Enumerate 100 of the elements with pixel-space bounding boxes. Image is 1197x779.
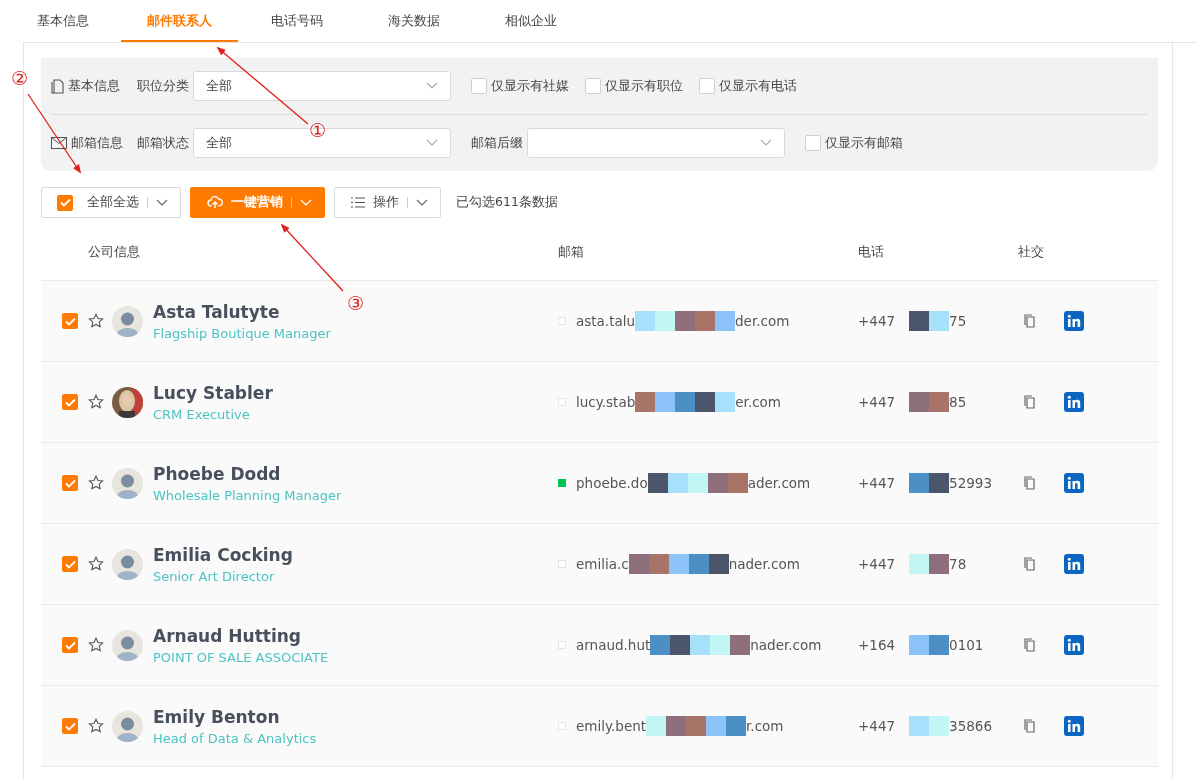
chevron-icon [416,198,428,207]
document-icon [51,78,64,94]
section-label: 基本信息 [68,77,120,95]
checkbox[interactable] [62,394,78,410]
job-title: Senior Art Director [153,568,276,584]
contact-name[interactable]: Lucy Stabler [153,382,273,403]
email-text: der.com [735,313,790,329]
linkedin-icon[interactable] [1064,311,1084,331]
tab[interactable]: 相似企业 [472,0,589,42]
email-text: lucy.stab [576,394,636,410]
contact-name[interactable]: Emilia Cocking [153,544,293,565]
annotation-number: ② [11,69,29,88]
column-header: 电话 [858,244,884,261]
phone-text: 75 [949,313,967,329]
checkbox[interactable] [62,556,78,572]
actions-button[interactable]: 操作 [334,187,441,218]
job-title: Head of Data & Analytics [153,730,317,746]
linkedin-icon[interactable] [1064,554,1084,574]
job-title: CRM Executive [153,406,251,422]
cloud-upload-icon [207,196,223,209]
tab[interactable]: 电话号码 [238,0,355,42]
chevron-icon [426,139,438,147]
email-text: emilia.c [576,556,629,572]
linkedin-icon[interactable] [1064,716,1084,736]
copy-icon[interactable] [1024,395,1036,409]
copy-icon[interactable] [1024,719,1036,733]
chevron-icon [426,82,438,90]
redaction-mosaic [909,473,950,493]
copy-icon[interactable] [1024,638,1036,652]
job-title: Wholesale Planning Manager [153,487,342,503]
column-header: 社交 [1018,244,1044,261]
tab[interactable]: 海关数据 [355,0,472,42]
checkbox[interactable] [62,475,78,491]
star-icon[interactable] [88,556,104,572]
phone-text: 0101 [949,637,984,653]
checkbox[interactable] [699,78,715,94]
star-icon[interactable] [88,394,104,410]
email-text: ader.com [747,475,811,491]
star-icon[interactable] [88,637,104,653]
mail-icon [51,137,67,149]
section-label: 邮箱信息 [71,134,123,152]
column-header: 邮箱 [558,244,584,261]
chevron-icon [760,139,772,147]
chevron-icon [300,198,312,207]
checkbox-label: 仅显示有邮箱 [825,134,903,152]
email-text: phoebe.do [576,475,648,491]
tab[interactable]: 基本信息 [4,0,121,42]
linkedin-icon[interactable] [1064,473,1084,493]
phone-text: +447 [858,313,896,329]
checkbox[interactable] [471,78,487,94]
checkbox[interactable] [805,135,821,151]
email-text: emily.bent [576,718,647,734]
dropdown[interactable]: 全部 [193,71,451,101]
phone-text: 35866 [949,718,993,734]
contact-name[interactable]: Phoebe Dodd [153,463,342,484]
checkbox[interactable] [62,637,78,653]
phone-text: +447 [858,394,896,410]
column-header: 公司信息 [88,244,140,261]
contact-name[interactable]: Emily Benton [153,706,317,727]
linkedin-icon[interactable] [1064,635,1084,655]
phone-text: 85 [949,394,967,410]
email-text: arnaud.hut [576,637,651,653]
phone-text: 52993 [949,475,993,491]
checkbox-label: 仅显示有社媒 [491,77,569,95]
linkedin-icon[interactable] [1064,392,1084,412]
email-text: asta.talu [576,313,636,329]
redaction-mosaic [909,635,950,655]
star-icon[interactable] [88,313,104,329]
copy-icon[interactable] [1024,476,1036,490]
redaction-mosaic [909,392,950,412]
checkbox[interactable] [62,718,78,734]
select-all-button[interactable]: 全部全选 [41,187,181,218]
annotation-arrow [280,223,344,292]
redaction-mosaic [909,554,950,574]
phone-text: +447 [858,556,896,572]
checkbox[interactable] [62,313,78,329]
redaction-mosaic [909,311,950,331]
copy-icon[interactable] [1024,314,1036,328]
contact-name[interactable]: Asta Talutyte [153,301,331,322]
phone-text: 78 [949,556,967,572]
job-title: POINT OF SALE ASSOCIATE [153,649,329,665]
selection-count: 已勾选611条数据 [456,194,558,211]
field-label: 邮箱后缀 [471,134,523,152]
field-label: 邮箱状态 [137,134,189,152]
redaction-mosaic [909,716,950,736]
star-icon[interactable] [88,718,104,734]
copy-icon[interactable] [1024,557,1036,571]
phone-text: +447 [858,475,896,491]
email-text: nader.com [750,637,822,653]
phone-text: +164 [858,637,896,653]
checkbox[interactable] [585,78,601,94]
list-icon [351,197,365,208]
star-icon[interactable] [88,475,104,491]
email-text: r.com [746,718,784,734]
chevron-icon [156,198,168,207]
email-text: nader.com [728,556,800,572]
checkbox-label: 仅显示有职位 [605,77,683,95]
checkbox-label: 仅显示有电话 [719,77,797,95]
checkbox[interactable] [57,194,73,211]
contact-name[interactable]: Arnaud Hutting [153,625,329,646]
